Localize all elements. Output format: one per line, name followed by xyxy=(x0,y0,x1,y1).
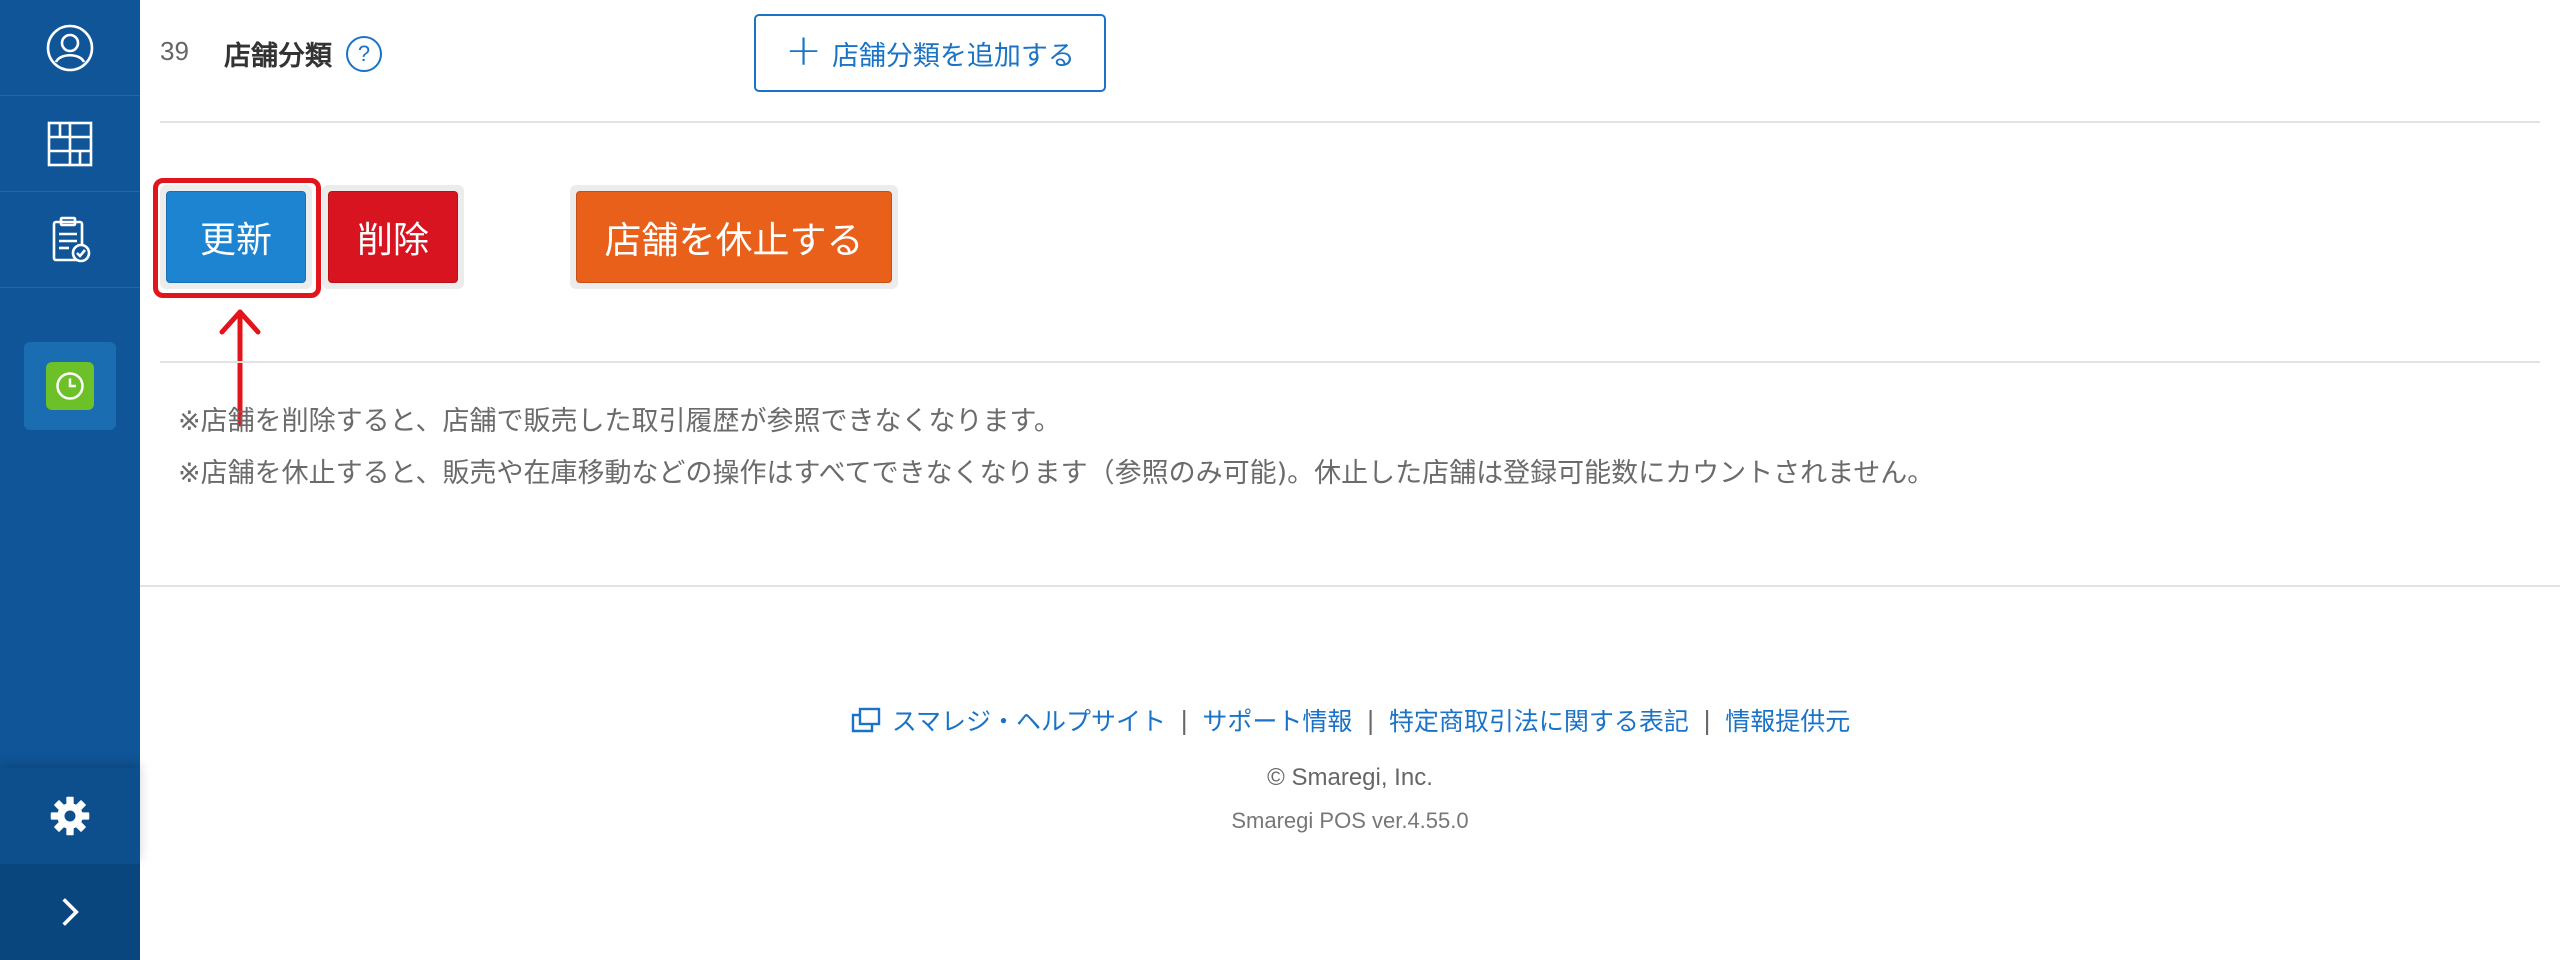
clock-icon xyxy=(46,362,94,410)
sidebar-item-timecard[interactable] xyxy=(24,342,116,430)
footer-links: スマレジ・ヘルプサイト | サポート情報 | 特定商取引法に関する表記 | 情報… xyxy=(140,702,2560,738)
grid-icon xyxy=(47,121,93,166)
divider xyxy=(160,121,2540,123)
sidebar-item-tasks[interactable] xyxy=(0,192,140,288)
highlight-annotation xyxy=(153,178,321,298)
clipboard-icon xyxy=(52,216,91,262)
note-suspend: ※店舗を休止すると、販売や在庫移動などの操作はすべてできなくなります（参照のみ可… xyxy=(178,458,1935,489)
user-icon xyxy=(46,24,94,71)
footer-divider xyxy=(140,585,2560,587)
settings-button[interactable] xyxy=(0,768,140,864)
delete-button-wrap: 削除 xyxy=(322,185,464,289)
sidebar-item-dashboard[interactable] xyxy=(0,96,140,192)
add-store-category-label: 店舗分類を追加する xyxy=(831,40,1075,72)
notes: ※店舗を削除すると、店舗で販売した取引履歴が参照できなくなります。 ※店舗を休止… xyxy=(178,396,2478,500)
footer-separator: | xyxy=(1179,705,1189,735)
version: Smaregi POS ver.4.55.0 xyxy=(1231,808,1469,833)
divider xyxy=(160,361,2540,363)
footer-link-help-site[interactable]: スマレジ・ヘルプサイト xyxy=(892,702,1166,738)
gear-icon xyxy=(50,796,90,836)
footer-link-legal[interactable]: 特定商取引法に関する表記 xyxy=(1389,702,1689,738)
help-icon[interactable]: ? xyxy=(346,36,382,72)
delete-button[interactable]: 削除 xyxy=(328,191,458,283)
plus-icon: + xyxy=(785,25,822,76)
row-number: 39 xyxy=(160,36,189,66)
suspend-store-button[interactable]: 店舗を休止する xyxy=(576,191,892,283)
footer-link-support[interactable]: サポート情報 xyxy=(1202,702,1352,738)
footer-separator: | xyxy=(1366,705,1375,735)
suspend-button-wrap: 店舗を休止する xyxy=(570,185,898,289)
external-link-icon xyxy=(851,707,880,733)
note-delete: ※店舗を削除すると、店舗で販売した取引履歴が参照できなくなります。 xyxy=(178,406,1061,437)
footer-separator: | xyxy=(1702,705,1712,735)
copyright: © Smaregi, Inc. xyxy=(1267,764,1433,791)
chevron-right-icon xyxy=(62,898,79,926)
expand-sidebar-button[interactable] xyxy=(0,864,140,960)
field-label-store-category: 店舗分類 xyxy=(224,41,332,72)
sidebar xyxy=(0,0,140,960)
footer-link-data-source[interactable]: 情報提供元 xyxy=(1725,702,1850,738)
add-store-category-button[interactable]: + 店舗分類を追加する xyxy=(754,14,1106,92)
sidebar-item-account[interactable] xyxy=(0,0,140,96)
